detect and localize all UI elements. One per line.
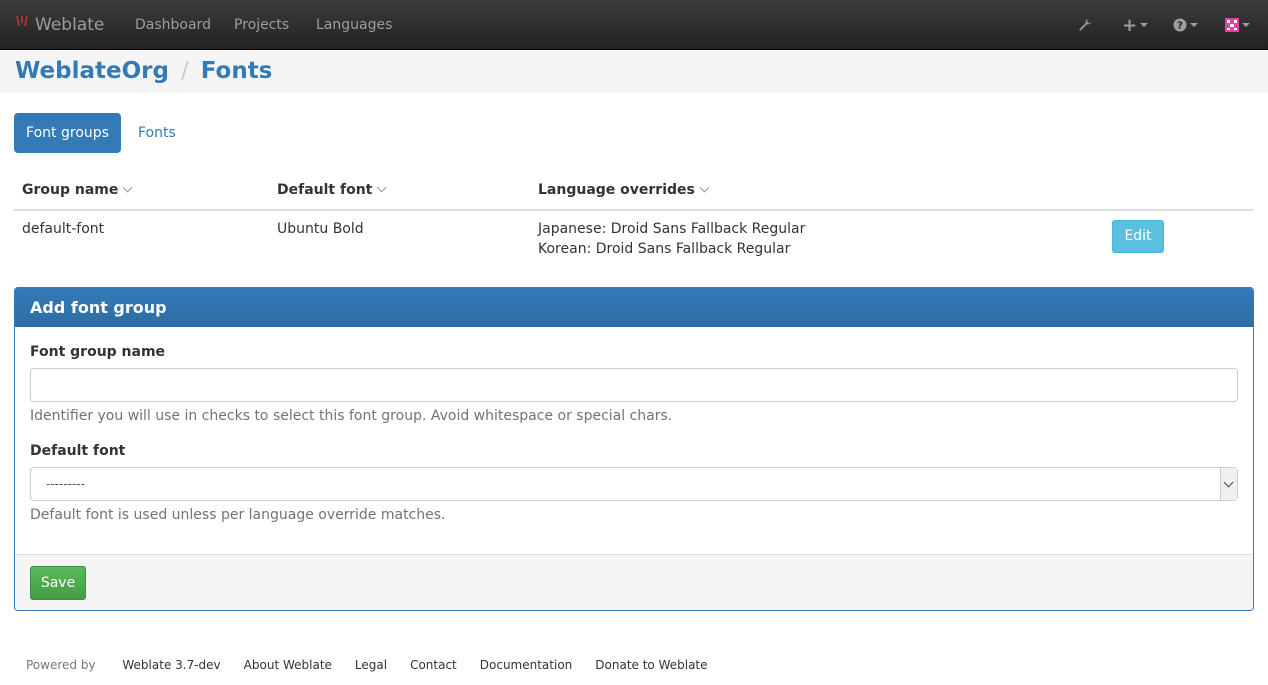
breadcrumb: WeblateOrg / Fonts [15,58,272,84]
breadcrumb-bar: WeblateOrg / Fonts [0,51,1268,93]
powered-by-prefix: Powered by [26,658,96,672]
table-divider [14,209,1254,211]
breadcrumb-separator: / [180,58,189,84]
weblate-logo-icon [16,15,28,27]
chevron-down-icon [1140,23,1149,27]
brand-name: Weblate [35,15,105,35]
cell-language-overrides: Japanese: Droid Sans Fallback Regular Ko… [538,219,805,259]
footer-about-link[interactable]: About Weblate [244,658,332,672]
panel-footer: Save [15,554,1253,610]
plus-icon: + [1122,14,1138,36]
navbar: Weblate Dashboard Projects Languages + ? [0,0,1268,50]
page-footer: Powered by Weblate 3.7-dev About Weblate… [26,658,708,672]
default-font-selected: --------- [46,477,85,491]
tab-font-groups[interactable]: Font groups [14,113,121,153]
brand-link[interactable]: Weblate [15,0,104,50]
override-item: Japanese: Droid Sans Fallback Regular [538,221,806,237]
help-menu[interactable]: ? [1173,0,1198,50]
user-menu[interactable] [1225,0,1250,50]
wrench-icon[interactable] [1078,0,1092,50]
font-group-name-help: Identifier you will use in checks to sel… [30,408,673,424]
svg-text:?: ? [1177,21,1183,32]
cell-default-font: Ubuntu Bold [277,221,364,237]
footer-legal-link[interactable]: Legal [355,658,387,672]
footer-documentation-link[interactable]: Documentation [480,658,573,672]
edit-button[interactable]: Edit [1112,220,1164,253]
chevron-down-icon [1242,23,1250,27]
breadcrumb-org[interactable]: WeblateOrg [15,58,169,84]
footer-donate-link[interactable]: Donate to Weblate [595,658,707,672]
default-font-help: Default font is used unless per language… [30,507,446,523]
sort-icon [699,182,710,193]
sort-icon [122,182,133,193]
chevron-down-icon [1190,23,1198,27]
column-header-language-overrides[interactable]: Language overrides [538,182,710,198]
column-header-group-name[interactable]: Group name [22,182,133,198]
help-icon: ? [1173,18,1187,32]
nav-projects[interactable]: Projects [234,0,289,50]
panel-title: Add font group [15,288,1253,327]
powered-by: Powered by Weblate 3.7-dev [26,658,221,672]
column-header-label: Language overrides [538,182,695,198]
font-group-name-input[interactable] [30,368,1238,402]
plus-menu[interactable]: + [1122,0,1149,50]
column-header-default-font[interactable]: Default font [277,182,387,198]
footer-contact-link[interactable]: Contact [410,658,457,672]
font-group-name-label: Font group name [30,344,166,360]
breadcrumb-page[interactable]: Fonts [201,58,273,84]
nav-dashboard[interactable]: Dashboard [135,0,211,50]
tab-fonts[interactable]: Fonts [138,113,176,153]
default-font-label: Default font [30,443,126,459]
column-header-label: Default font [277,182,373,198]
weblate-version-link[interactable]: Weblate 3.7-dev [122,658,220,672]
column-header-label: Group name [22,182,119,198]
save-button[interactable]: Save [30,566,86,600]
cell-group-name: default-font [22,221,105,237]
chevron-down-icon [1220,468,1237,500]
override-item: Korean: Droid Sans Fallback Regular [538,241,791,257]
sort-icon [376,182,387,193]
nav-languages[interactable]: Languages [316,0,392,50]
avatar [1225,18,1239,32]
add-font-group-panel: Add font group Font group name Identifie… [14,287,1254,611]
default-font-select[interactable]: --------- [30,467,1238,501]
